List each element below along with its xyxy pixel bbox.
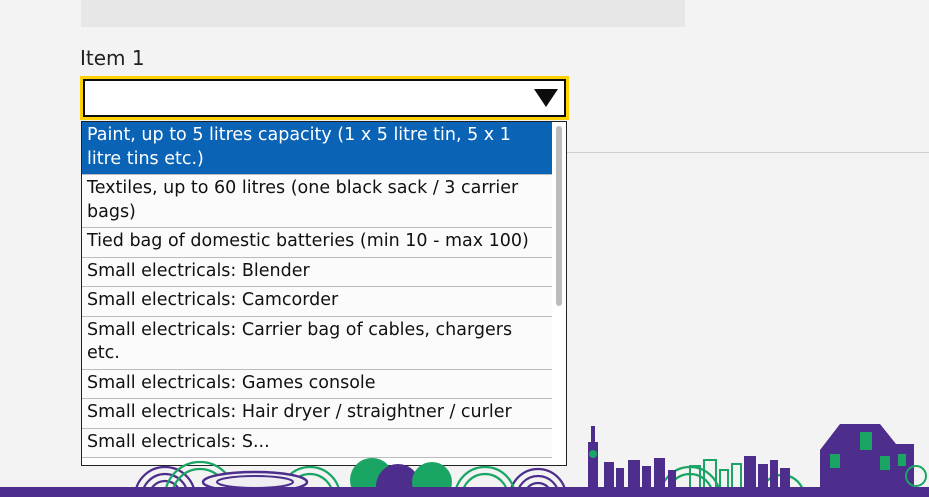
option-list: Paint, up to 5 litres capacity (1 x 5 li…: [82, 122, 552, 458]
triangle-down-icon[interactable]: [534, 89, 558, 107]
city-skyline-illustration: [133, 424, 927, 497]
option-games-console[interactable]: Small electricals: Games console: [82, 369, 552, 399]
top-panel: [81, 0, 685, 27]
footer-band: [0, 487, 929, 497]
item-1-select[interactable]: [80, 76, 569, 120]
item-1-label: Item 1: [80, 46, 145, 70]
option-batteries[interactable]: Tied bag of domestic batteries (min 10 -…: [82, 228, 552, 258]
option-blender[interactable]: Small electricals: Blender: [82, 257, 552, 287]
scroll-thumb[interactable]: [556, 126, 562, 306]
option-paint[interactable]: Paint, up to 5 litres capacity (1 x 5 li…: [82, 122, 552, 175]
dropdown-scrollbar[interactable]: [552, 122, 566, 465]
item-1-dropdown-list[interactable]: Paint, up to 5 litres capacity (1 x 5 li…: [81, 121, 567, 466]
option-textiles[interactable]: Textiles, up to 60 litres (one black sac…: [82, 175, 552, 228]
option-camcorder[interactable]: Small electricals: Camcorder: [82, 287, 552, 317]
select-field[interactable]: [83, 79, 566, 117]
section-divider: [566, 152, 929, 153]
option-cables[interactable]: Small electricals: Carrier bag of cables…: [82, 316, 552, 370]
